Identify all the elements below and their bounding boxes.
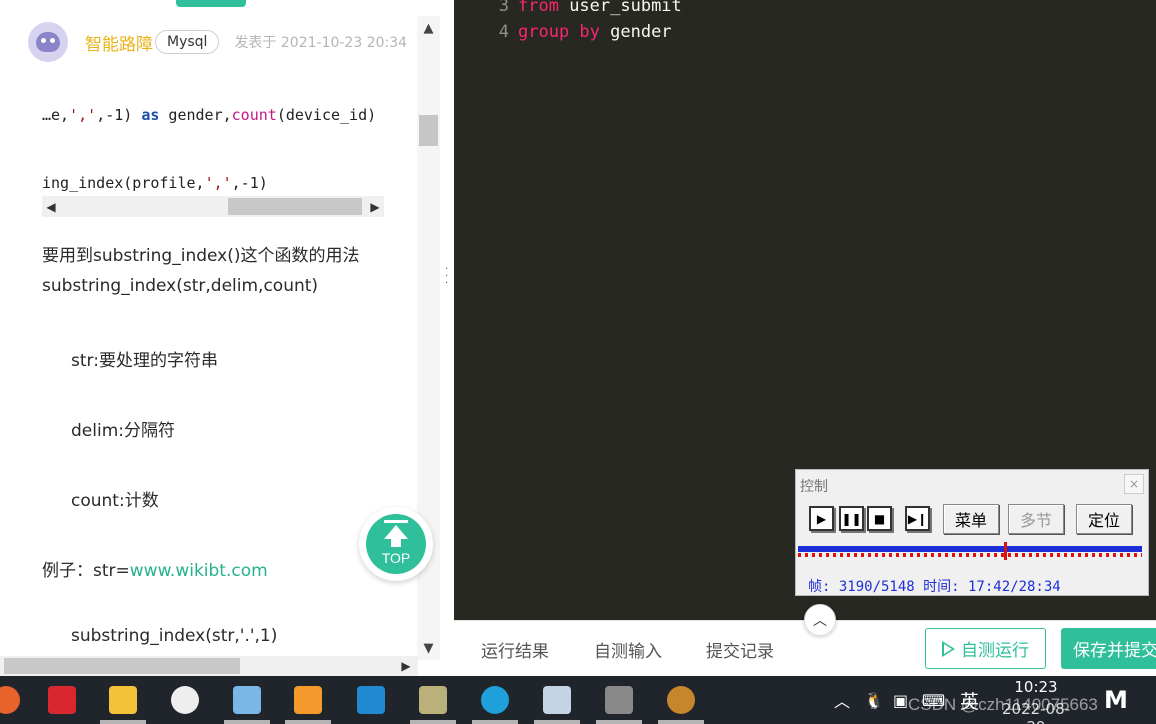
network-icon[interactable]: ▣ (893, 676, 908, 724)
scroll-left-icon[interactable]: ◀ (42, 196, 60, 217)
example-link[interactable]: www.wikibt.com (130, 561, 268, 581)
avatar[interactable] (28, 22, 68, 62)
locate-button[interactable]: 定位 (1076, 504, 1132, 534)
wps-icon[interactable] (44, 682, 80, 718)
tab-submit-history[interactable]: 提交记录 (706, 637, 774, 662)
pause-icon: ❚❚ (841, 511, 862, 526)
qq-tray-icon[interactable]: 🐧 (864, 676, 884, 724)
editor-line: 3 from user_submit (498, 0, 682, 16)
progress-track[interactable] (798, 546, 1142, 552)
paragraph: 例子：str=www.wikibt.com (42, 561, 268, 581)
author-row: 智能路障 Mysql 发表于 2021-10-23 20:34 (28, 22, 407, 62)
progress-ticks (798, 553, 1142, 557)
post-timestamp: 发表于 2021-10-23 20:34 (234, 35, 408, 51)
scroll-down-icon[interactable]: ▼ (417, 636, 440, 660)
result-tab-bar: 运行结果 自测输入 提交记录 自测运行 保存并提交 (454, 620, 1156, 676)
stop-button[interactable]: ■ (867, 506, 892, 531)
scroll-thumb[interactable] (4, 658, 240, 674)
paragraph: str:要处理的字符串 (71, 351, 218, 371)
video-editor-icon[interactable] (601, 682, 637, 718)
top-tab-button[interactable] (176, 0, 246, 7)
top-arrow-icon (384, 520, 408, 523)
multi-section-button[interactable]: 多节 (1008, 504, 1064, 534)
firefox-icon[interactable] (0, 682, 24, 718)
tab-run-result[interactable]: 运行结果 (481, 637, 549, 662)
scroll-thumb[interactable] (228, 198, 362, 215)
tools-icon[interactable] (415, 682, 451, 718)
language-tag: Mysql (155, 30, 220, 54)
playback-control-dialog: 控制 × ▶ ❚❚ ■ ▶❙ 菜单 多节 定位 帧: 3190/5148 时间:… (795, 469, 1149, 596)
paragraph: 要用到substring_index()这个函数的用法 (42, 246, 360, 266)
recorder-icon[interactable] (663, 682, 699, 718)
vscode-icon[interactable] (353, 682, 389, 718)
code-horizontal-scrollbar[interactable]: ◀ ▶ (42, 196, 384, 217)
collapse-panel-button[interactable]: ︿ (804, 604, 836, 636)
show-hidden-icons-icon[interactable]: ︿ (834, 676, 850, 724)
panel-horizontal-scrollbar[interactable]: ▶ (0, 656, 418, 676)
scroll-right-icon[interactable]: ▶ (366, 196, 384, 217)
drag-handle-icon[interactable]: · · · (445, 265, 449, 289)
notification-logo-icon[interactable]: M (1104, 676, 1128, 724)
screen: 智能路障 Mysql 发表于 2021-10-23 20:34 …e,',',-… (0, 0, 1156, 724)
play-icon: ▶ (816, 511, 827, 526)
scroll-right-icon[interactable]: ▶ (398, 656, 414, 676)
save-and-submit-button[interactable]: 保存并提交 (1061, 628, 1156, 669)
code-line-1: …e,',',-1) as gender,count(device_id) (42, 106, 377, 124)
paragraph: substring_index(str,delim,count) (42, 276, 319, 296)
edge-icon[interactable] (477, 682, 513, 718)
close-icon[interactable]: × (1124, 474, 1144, 494)
skip-forward-icon: ▶❙ (907, 511, 928, 526)
media-player-icon[interactable] (290, 682, 326, 718)
self-test-run-button[interactable]: 自测运行 (925, 628, 1046, 669)
stop-icon: ■ (873, 511, 886, 526)
scroll-thumb[interactable] (419, 115, 438, 146)
back-to-top-button[interactable]: TOP (359, 507, 433, 581)
next-button[interactable]: ▶❙ (905, 506, 930, 531)
csdn-watermark: CSDN @czh1140075663 (908, 695, 1098, 714)
dialog-title: 控制 (800, 479, 828, 495)
code-line-2: ing_index(profile,',',-1) (42, 174, 268, 192)
solution-panel: 智能路障 Mysql 发表于 2021-10-23 20:34 …e,',',-… (0, 0, 440, 676)
editor-line: 4 group by gender (498, 22, 672, 42)
menu-button[interactable]: 菜单 (943, 504, 999, 534)
scroll-up-icon[interactable]: ▲ (417, 16, 440, 40)
qq-avatar-app-icon[interactable] (167, 682, 203, 718)
chevron-up-icon: ︿ (813, 613, 827, 629)
tab-custom-input[interactable]: 自测输入 (594, 637, 662, 662)
paragraph: substring_index(str,'.',1) (71, 626, 278, 646)
play-icon (942, 640, 955, 657)
panel-splitter[interactable]: · · · (440, 0, 454, 676)
play-button[interactable]: ▶ (809, 506, 834, 531)
paragraph: delim:分隔符 (71, 421, 175, 441)
file-explorer-icon[interactable] (105, 682, 141, 718)
pause-button[interactable]: ❚❚ (839, 506, 864, 531)
progress-marker[interactable] (1004, 542, 1007, 560)
playback-status: 帧: 3190/5148 时间: 17:42/28:34 (808, 579, 1061, 595)
author-name[interactable]: 智能路障 (85, 30, 153, 55)
remote-desktop-icon[interactable] (539, 682, 575, 718)
paragraph: count:计数 (71, 491, 159, 511)
notepad-icon[interactable] (229, 682, 265, 718)
